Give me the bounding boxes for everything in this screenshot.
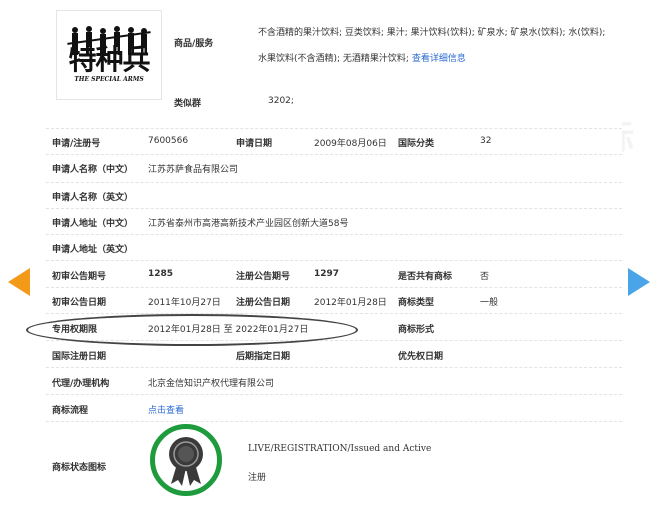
- process-label: 商标流程: [52, 406, 89, 416]
- row-divider: [46, 340, 622, 342]
- prelim-no-label: 初审公告期号: [52, 272, 107, 282]
- next-arrow-icon[interactable]: [628, 268, 650, 296]
- row-divider: [46, 394, 622, 396]
- goods-list: 不含酒精的果汁饮料; 豆类饮料; 果汁; 果汁饮料(饮料); 矿泉水; 矿泉水(…: [258, 20, 606, 72]
- applicant-cn-label: 申请人名称（中文）: [52, 165, 134, 175]
- reg-no-value: 1297: [314, 269, 340, 279]
- priority-date-label: 优先权日期: [398, 352, 444, 362]
- row-divider: [46, 260, 622, 262]
- trademark-logo: 特种兵 THE SPECIAL ARMS: [56, 10, 162, 100]
- status-badge: [150, 424, 222, 496]
- later-date-label: 后期指定日期: [236, 352, 291, 362]
- agent-value: 北京金信知识产权代理有限公司: [148, 379, 275, 389]
- row-divider: [46, 234, 622, 236]
- tm-type-label: 商标类型: [398, 298, 435, 308]
- app-no-value: 7600566: [148, 136, 189, 146]
- reg-date-value: 2012年01月28日: [314, 298, 387, 308]
- soldier-silhouettes-icon: [67, 26, 151, 55]
- row-divider: [46, 287, 622, 289]
- row-divider: [46, 154, 622, 156]
- reg-no-label: 注册公告期号: [236, 272, 291, 282]
- exclusive-value: 2012年01月28日 至 2022年01月27日: [148, 325, 309, 335]
- shared-value: 否: [480, 272, 490, 282]
- row-divider: [46, 367, 622, 369]
- trademark-detail-card: 特种兵 THE SPECIAL ARMS 商品/服务 不含酒精的果汁饮料; 豆类…: [46, 0, 622, 514]
- prelim-no-value: 1285: [148, 269, 174, 279]
- class-group-value: 3202;: [268, 96, 294, 106]
- row-divider: [46, 313, 622, 315]
- status-en: LIVE/REGISTRATION/Issued and Active: [248, 444, 432, 454]
- prev-arrow-icon[interactable]: [8, 268, 30, 296]
- row-divider: [46, 182, 622, 184]
- tm-type-value: 一般: [480, 298, 499, 308]
- address-cn-value: 江苏省泰州市高港高新技术产业园区创新大道58号: [148, 219, 349, 229]
- shared-label: 是否共有商标: [398, 272, 453, 282]
- applicant-cn-value: 江苏苏萨食品有限公司: [148, 165, 239, 175]
- tm-form-label: 商标形式: [398, 325, 435, 335]
- exclusive-label: 专用权期限: [52, 325, 98, 335]
- applicant-en-label: 申请人名称（英文）: [52, 193, 134, 203]
- award-ribbon-icon: [169, 437, 203, 486]
- status-cn: 注册: [248, 473, 267, 483]
- app-no-label: 申请/注册号: [52, 139, 101, 149]
- app-date-label: 申请日期: [236, 139, 273, 149]
- intl-class-value: 32: [480, 136, 492, 146]
- process-link[interactable]: 点击查看: [148, 403, 184, 416]
- class-group-label: 类似群: [174, 99, 202, 109]
- goods-label: 商品/服务: [174, 39, 214, 49]
- row-divider: [46, 208, 622, 210]
- prelim-date-value: 2011年10月27日: [148, 298, 221, 308]
- app-date-value: 2009年08月06日: [314, 139, 387, 149]
- prelim-date-label: 初审公告日期: [52, 298, 107, 308]
- intl-reg-date-label: 国际注册日期: [52, 352, 107, 362]
- address-en-label: 申请人地址（英文）: [52, 245, 134, 255]
- row-divider: [46, 421, 622, 423]
- agent-label: 代理/办理机构: [52, 379, 110, 389]
- reg-date-label: 注册公告日期: [236, 298, 291, 308]
- logo-sub-text: THE SPECIAL ARMS: [74, 75, 144, 83]
- row-divider: [46, 128, 622, 130]
- status-label: 商标状态图标: [52, 463, 107, 473]
- detail-link[interactable]: 查看详细信息: [412, 54, 466, 64]
- address-cn-label: 申请人地址（中文）: [52, 219, 134, 229]
- intl-class-label: 国际分类: [398, 139, 435, 149]
